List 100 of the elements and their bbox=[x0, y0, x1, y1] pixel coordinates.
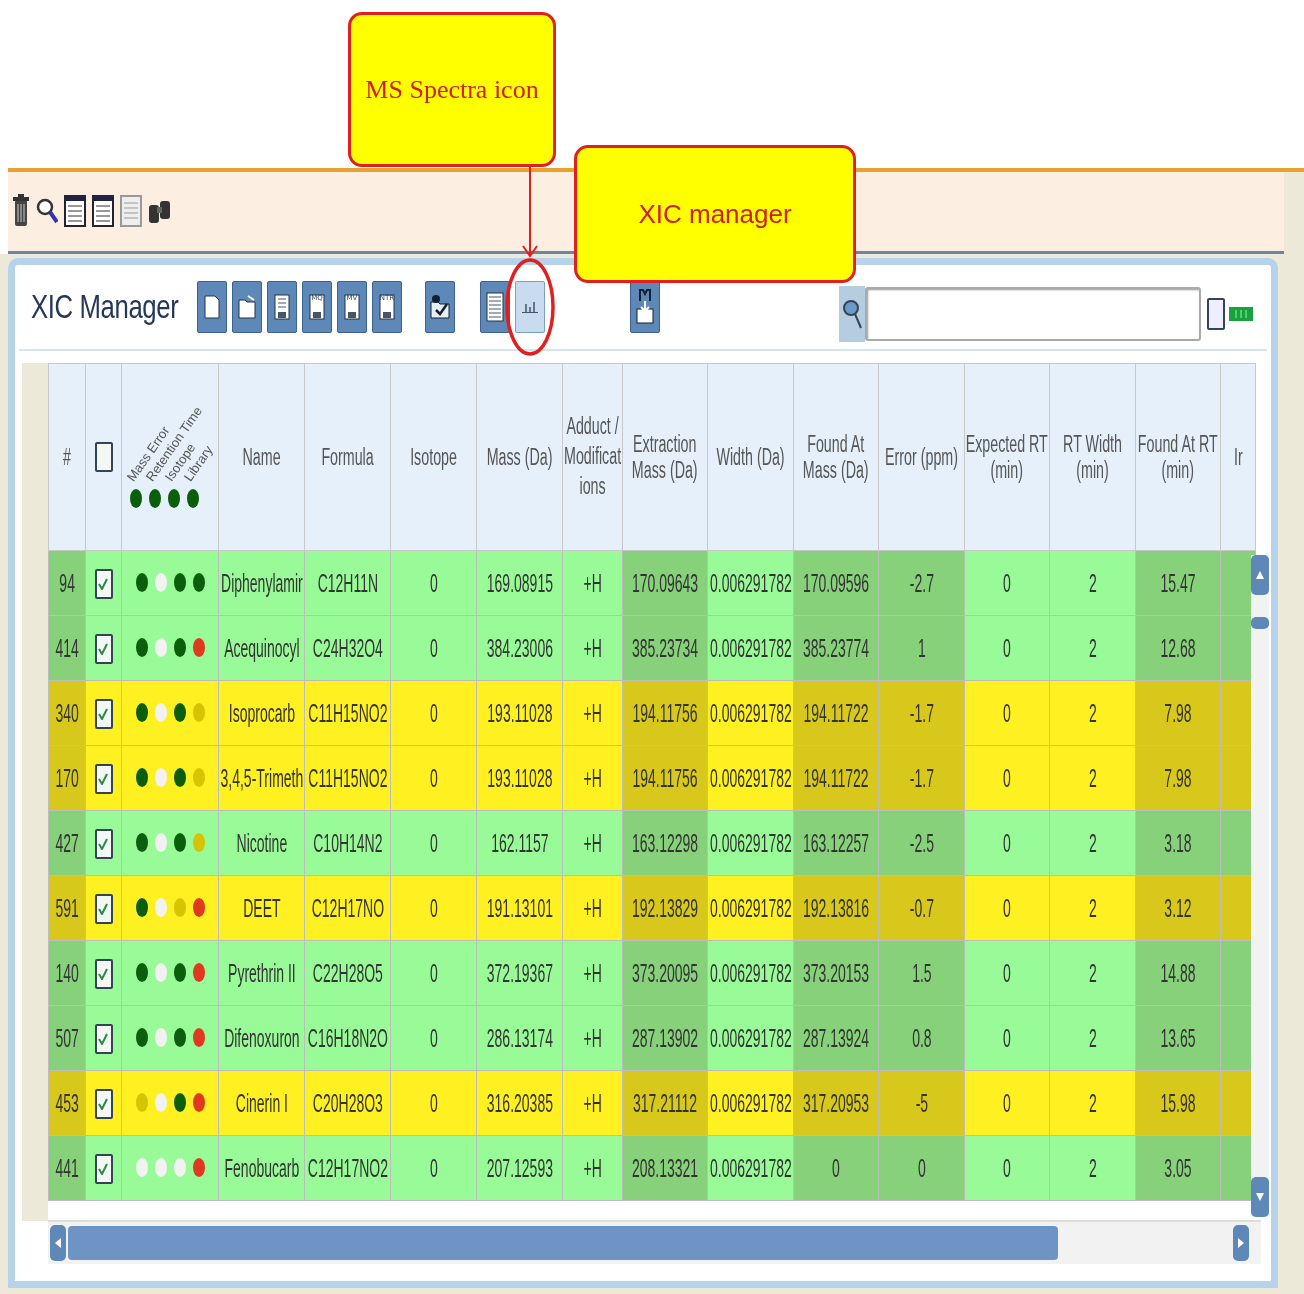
table-cell: 194.11756 bbox=[622, 680, 708, 746]
table-cell: 0 bbox=[390, 875, 477, 941]
table-cell: C12H17NO2 bbox=[304, 1135, 391, 1201]
table-cell: 7.98 bbox=[1135, 680, 1221, 746]
callout-text: MS Spectra icon bbox=[365, 74, 539, 105]
table-cell: 0.006291782 bbox=[707, 550, 794, 616]
table-cell: 2 bbox=[1049, 550, 1136, 616]
table-cell: 0.006291782 bbox=[707, 1005, 794, 1071]
table-cell: 0 bbox=[390, 1135, 477, 1201]
table-cell: 163.12257 bbox=[793, 810, 879, 876]
table-cell: 3.18 bbox=[1135, 810, 1221, 876]
table-cell: 163.12298 bbox=[622, 810, 708, 876]
column-header[interactable]: Found At Mass (Da) bbox=[793, 363, 879, 551]
table-cell: -0.7 bbox=[878, 875, 965, 941]
table-cell: +H bbox=[562, 745, 623, 811]
table-cell: Acequinocyl bbox=[218, 615, 305, 681]
column-header[interactable]: Formula bbox=[304, 363, 391, 551]
table-cell: 0 bbox=[390, 745, 477, 811]
table-cell: 287.13902 bbox=[622, 1005, 708, 1071]
table-cell: 0.8 bbox=[878, 1005, 965, 1071]
table-cell: 94 bbox=[48, 550, 86, 616]
table-cell: C11H15NO2 bbox=[304, 680, 391, 746]
table-cell: 15.98 bbox=[1135, 1070, 1221, 1136]
table-cell: Difenoxuron bbox=[218, 1005, 305, 1071]
table-cell: 507 bbox=[48, 1005, 86, 1071]
column-header[interactable]: Ir bbox=[1220, 363, 1256, 551]
callout-text: XIC manager bbox=[638, 198, 792, 230]
column-header[interactable]: Found At RT (min) bbox=[1135, 363, 1221, 551]
table-cell: 194.11722 bbox=[793, 680, 879, 746]
table-cell: 2 bbox=[1049, 1135, 1136, 1201]
table-cell: C12H17NO bbox=[304, 875, 391, 941]
table-cell: 385.23734 bbox=[622, 615, 708, 681]
table-cell: 0 bbox=[964, 1005, 1050, 1071]
table-cell: -2.5 bbox=[878, 810, 965, 876]
table-cell: C12H11N bbox=[304, 550, 391, 616]
table-cell: 373.20153 bbox=[793, 940, 879, 1006]
column-header[interactable]: Adduct / Modifications bbox=[562, 363, 623, 551]
table-cell: 414 bbox=[48, 615, 86, 681]
table-cell: -5 bbox=[878, 1070, 965, 1136]
table-cell: 194.11722 bbox=[793, 745, 879, 811]
table-cell: +H bbox=[562, 1070, 623, 1136]
table-cell: 1.5 bbox=[878, 940, 965, 1006]
table-cell: +H bbox=[562, 940, 623, 1006]
table-cell: +H bbox=[562, 1005, 623, 1071]
table-cell: 0 bbox=[390, 1070, 477, 1136]
column-header[interactable]: RT Width (min) bbox=[1049, 363, 1136, 551]
table-cell: 0.006291782 bbox=[707, 680, 794, 746]
table-cell: -1.7 bbox=[878, 745, 965, 811]
table-cell: 2 bbox=[1049, 1005, 1136, 1071]
column-header[interactable]: Expected RT (min) bbox=[964, 363, 1050, 551]
column-header[interactable]: # bbox=[48, 363, 86, 551]
table-cell: 441 bbox=[48, 1135, 86, 1201]
table-cell: 0 bbox=[390, 615, 477, 681]
table-cell: 3,4,5-Trimeth bbox=[218, 745, 305, 811]
table-cell: 385.23774 bbox=[793, 615, 879, 681]
table-cell: C22H28O5 bbox=[304, 940, 391, 1006]
table-cell: 0 bbox=[964, 940, 1050, 1006]
column-header[interactable]: Isotope bbox=[390, 363, 477, 551]
table-cell: 2 bbox=[1049, 745, 1136, 811]
table-cell: C11H15NO2 bbox=[304, 745, 391, 811]
column-header[interactable]: Error (ppm) bbox=[878, 363, 965, 551]
table-cell: 0.006291782 bbox=[707, 745, 794, 811]
table-cell: Isoprocarb bbox=[218, 680, 305, 746]
table-cell: +H bbox=[562, 1135, 623, 1201]
table-cell: 0 bbox=[390, 810, 477, 876]
table-cell: 2 bbox=[1049, 615, 1136, 681]
table-cell: C10H14N2 bbox=[304, 810, 391, 876]
table-cell: 2 bbox=[1049, 810, 1136, 876]
table-cell: 170.09596 bbox=[793, 550, 879, 616]
table-cell: 0.006291782 bbox=[707, 810, 794, 876]
table-cell: Nicotine bbox=[218, 810, 305, 876]
column-header[interactable]: Width (Da) bbox=[707, 363, 794, 551]
table-cell: 0 bbox=[964, 680, 1050, 746]
table-cell: 0 bbox=[964, 745, 1050, 811]
table-cell: 373.20095 bbox=[622, 940, 708, 1006]
table-cell: 0.006291782 bbox=[707, 1135, 794, 1201]
table-cell: +H bbox=[562, 550, 623, 616]
column-header[interactable]: Mass (Da) bbox=[476, 363, 563, 551]
table-cell: +H bbox=[562, 810, 623, 876]
table-cell: 170.09643 bbox=[622, 550, 708, 616]
table-cell: 192.13816 bbox=[793, 875, 879, 941]
table-cell: 14.88 bbox=[1135, 940, 1221, 1006]
panel-title: XIC Manager bbox=[31, 288, 179, 326]
column-header[interactable]: Name bbox=[218, 363, 305, 551]
table-cell: 0 bbox=[964, 875, 1050, 941]
table-cell: 208.13321 bbox=[622, 1135, 708, 1201]
table-cell: 0.006291782 bbox=[707, 940, 794, 1006]
column-header[interactable]: Extraction Mass (Da) bbox=[622, 363, 708, 551]
table-cell: 453 bbox=[48, 1070, 86, 1136]
table-cell: 13.65 bbox=[1135, 1005, 1221, 1071]
table-cell: 0 bbox=[964, 810, 1050, 876]
table-cell: 0 bbox=[390, 940, 477, 1006]
table-cell: 0 bbox=[390, 550, 477, 616]
table-cell: 192.13829 bbox=[622, 875, 708, 941]
table-cell: 317.20953 bbox=[793, 1070, 879, 1136]
table-cell: 287.13924 bbox=[793, 1005, 879, 1071]
table-cell: 0 bbox=[793, 1135, 879, 1201]
table-cell: C20H28O3 bbox=[304, 1070, 391, 1136]
table-cell: 2 bbox=[1049, 1070, 1136, 1136]
table-cell: Fenobucarb bbox=[218, 1135, 305, 1201]
